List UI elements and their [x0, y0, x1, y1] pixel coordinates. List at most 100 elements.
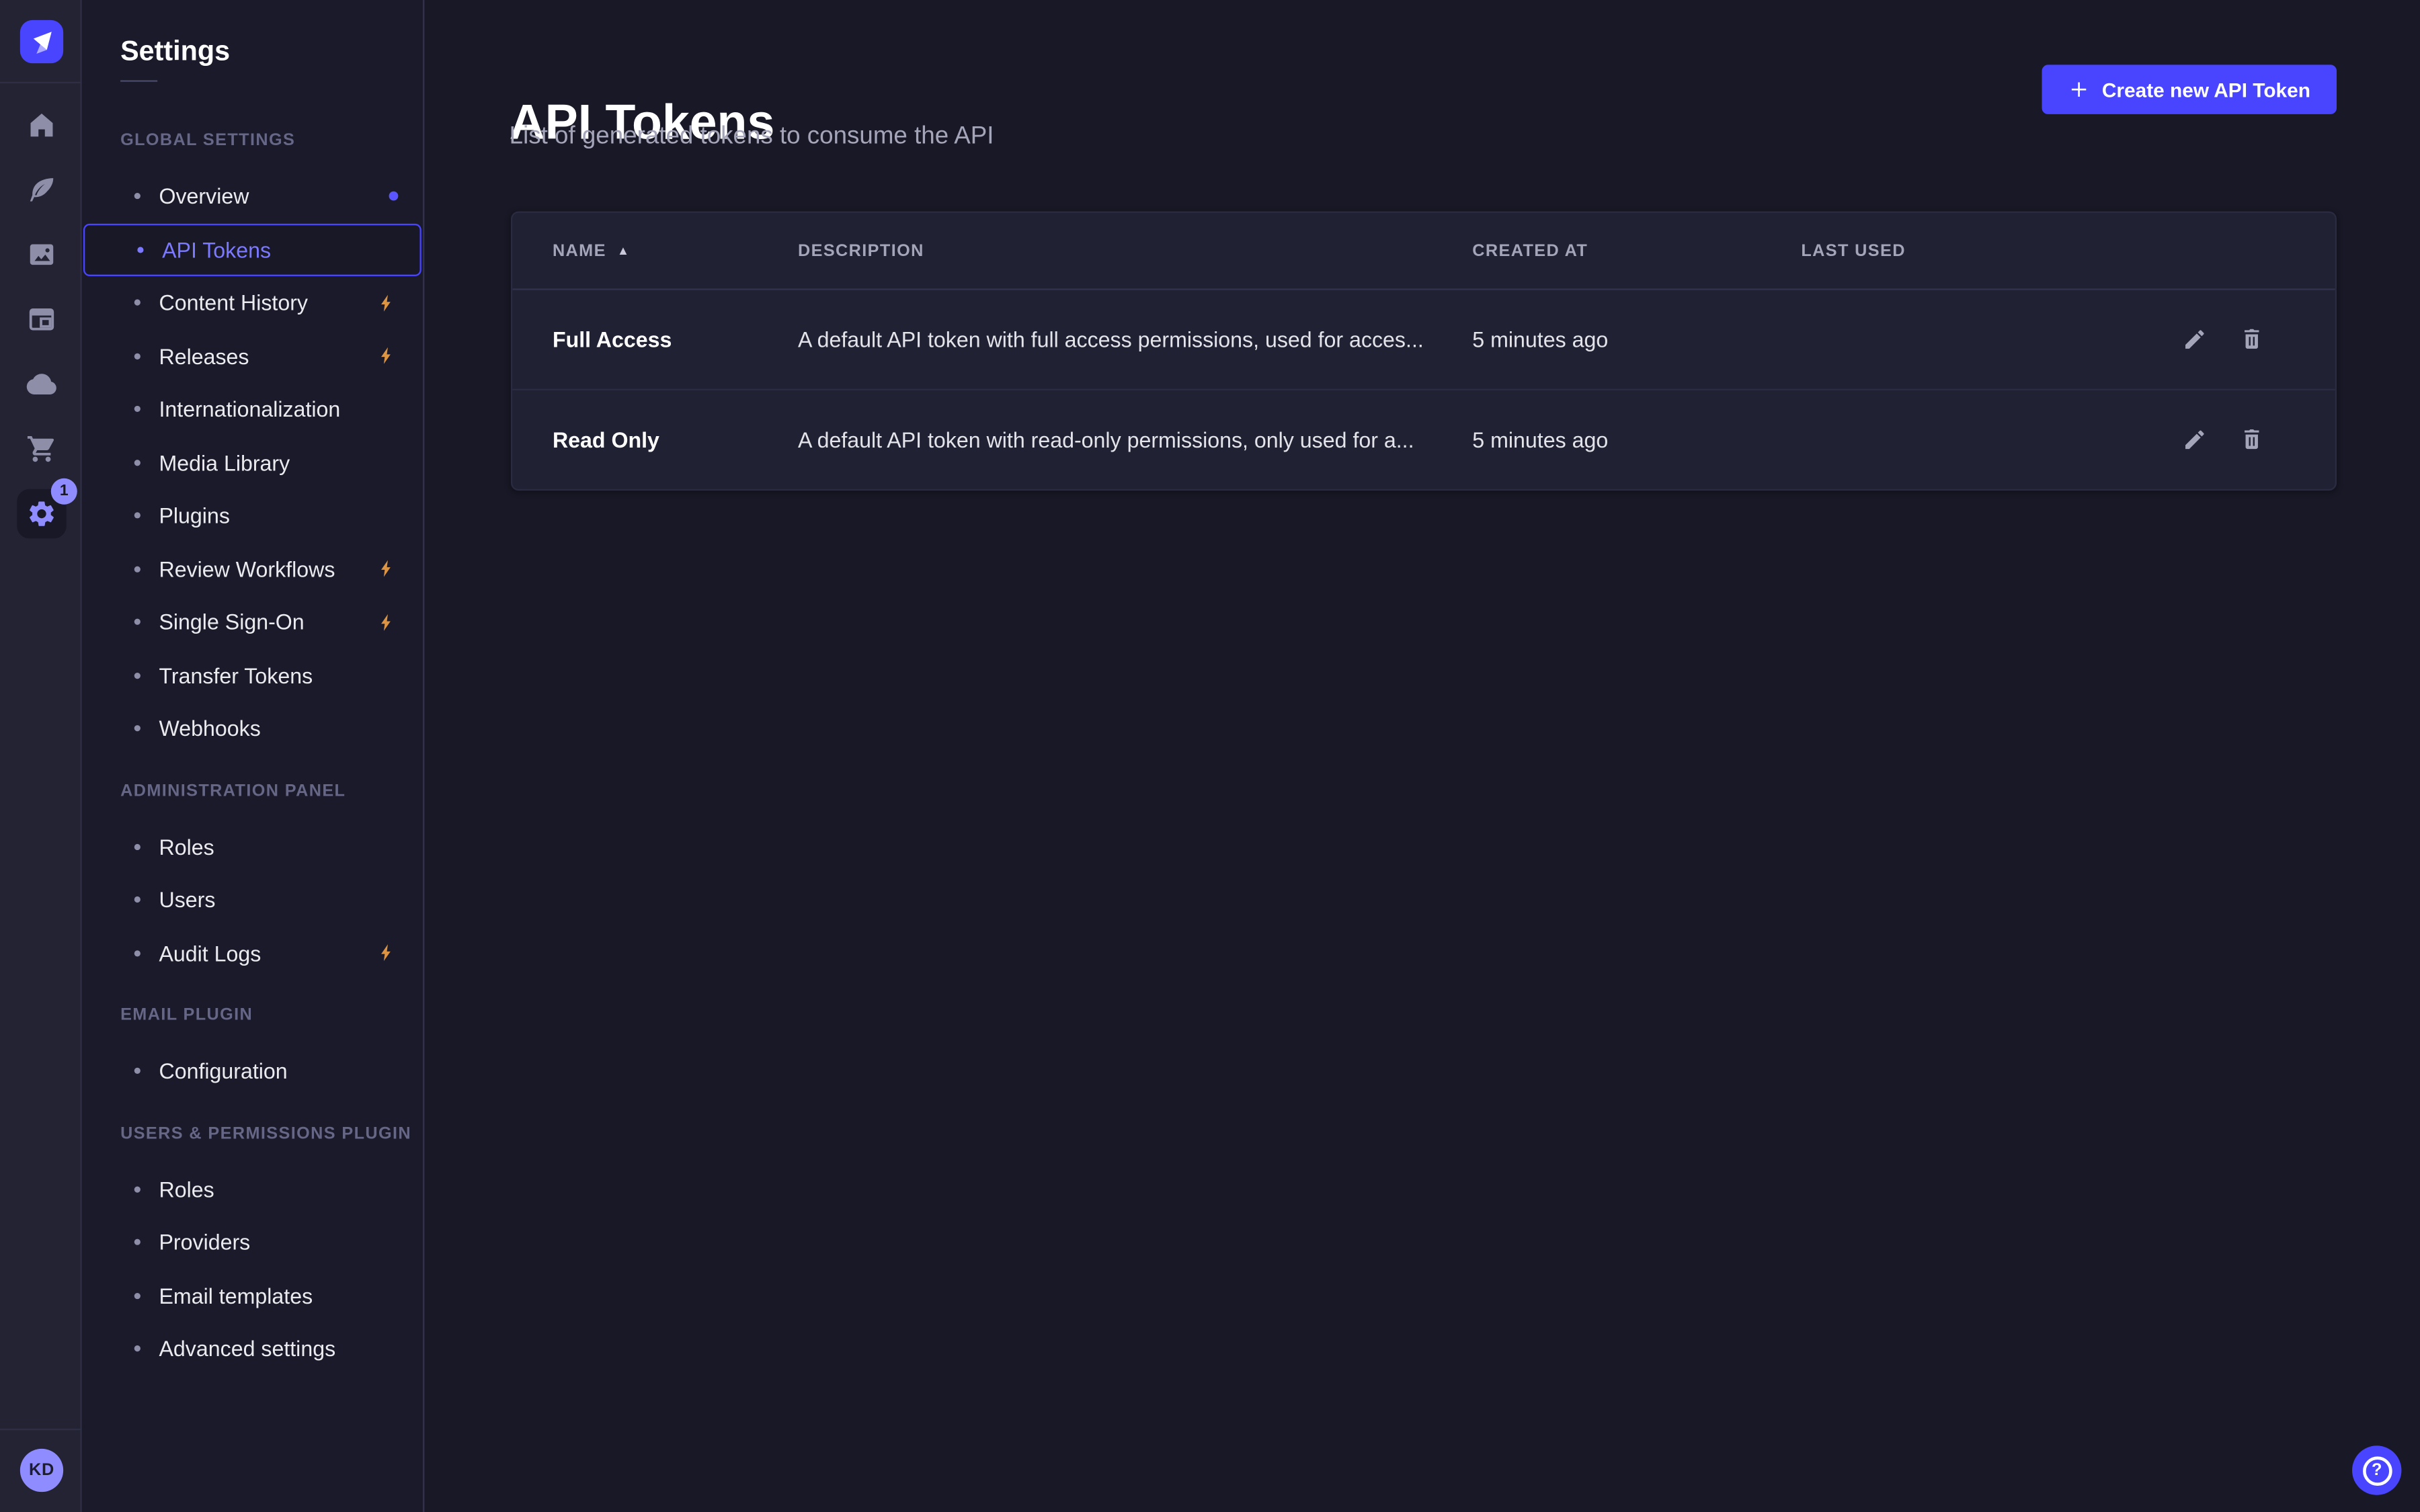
main-nav-rail: 1 KD	[0, 0, 82, 1512]
question-mark-icon: ?	[2362, 1456, 2392, 1485]
nav-list-global-settings: Overview API Tokens Content History Rele…	[82, 170, 423, 755]
sidebar-item-api-tokens[interactable]: API Tokens	[83, 223, 421, 276]
column-header-name[interactable]: NAME ▲	[553, 241, 798, 260]
settings-gear-icon[interactable]: 1	[17, 489, 66, 538]
divider	[0, 1429, 82, 1430]
sidebar-item-configuration[interactable]: Configuration	[82, 1044, 423, 1097]
bullet-icon	[134, 300, 140, 306]
bullet-icon	[137, 247, 143, 253]
divider	[120, 80, 157, 81]
lightning-icon	[376, 943, 397, 963]
sidebar-item-providers[interactable]: Providers	[82, 1216, 423, 1269]
column-header-last-used: LAST USED	[1801, 241, 2128, 260]
bullet-icon	[134, 1186, 140, 1192]
user-avatar[interactable]: KD	[20, 1449, 63, 1492]
trash-icon	[2238, 327, 2263, 351]
token-name: Full Access	[553, 327, 798, 351]
row-actions	[2128, 426, 2264, 452]
bullet-icon	[134, 1292, 140, 1298]
token-description: A default API token with full access per…	[798, 327, 1472, 351]
section-label-global-settings: GLOBAL SETTINGS	[120, 131, 423, 150]
app-window: 1 KD Settings GLOBAL SETTINGS Overview A…	[0, 0, 2420, 1512]
token-description: A default API token with read-only permi…	[798, 427, 1472, 452]
bullet-icon	[134, 460, 140, 466]
sidebar-item-roles-up[interactable]: Roles	[82, 1163, 423, 1216]
divider	[0, 82, 82, 83]
sidebar-item-roles-admin[interactable]: Roles	[82, 820, 423, 873]
sidebar-item-webhooks[interactable]: Webhooks	[82, 702, 423, 755]
sidebar-item-review-workflows[interactable]: Review Workflows	[82, 542, 423, 595]
table-row-read-only[interactable]: Read Only A default API token with read-…	[512, 390, 2335, 489]
sidebar-item-users[interactable]: Users	[82, 873, 423, 926]
content-type-builder-icon[interactable]	[17, 295, 66, 344]
feather-icon[interactable]	[17, 165, 66, 214]
nav-list-users-permissions-plugin: Roles Providers Email templates Advanced…	[82, 1163, 423, 1376]
strapi-logo[interactable]	[20, 20, 63, 63]
bullet-icon	[134, 619, 140, 625]
strapi-logo-icon	[20, 20, 63, 63]
delete-button[interactable]	[2238, 426, 2264, 452]
notification-badge: 1	[51, 478, 77, 505]
plus-icon	[2068, 79, 2089, 100]
api-tokens-table: NAME ▲ DESCRIPTION CREATED AT LAST USED …	[511, 212, 2337, 491]
bullet-icon	[134, 406, 140, 412]
sidebar-item-plugins[interactable]: Plugins	[82, 489, 423, 542]
delete-button[interactable]	[2238, 326, 2264, 352]
table-header-row: NAME ▲ DESCRIPTION CREATED AT LAST USED	[512, 213, 2335, 290]
edit-button[interactable]	[2181, 426, 2207, 452]
sort-ascending-icon: ▲	[617, 245, 631, 257]
media-library-icon[interactable]	[17, 230, 66, 279]
bullet-icon	[134, 672, 140, 678]
home-icon[interactable]	[17, 100, 66, 149]
token-created-at: 5 minutes ago	[1472, 327, 1801, 351]
lightning-icon	[376, 346, 397, 366]
bullet-icon	[134, 843, 140, 849]
help-button[interactable]: ?	[2352, 1445, 2401, 1495]
sidebar-item-audit-logs[interactable]: Audit Logs	[82, 927, 423, 980]
sidebar-item-content-history[interactable]: Content History	[82, 276, 423, 329]
cloud-icon[interactable]	[17, 360, 66, 409]
lightning-icon	[376, 612, 397, 632]
bullet-icon	[134, 194, 140, 200]
table-row-full-access[interactable]: Full Access A default API token with ful…	[512, 290, 2335, 390]
trash-icon	[2238, 427, 2263, 452]
sidebar-title: Settings	[120, 37, 423, 65]
lightning-icon	[376, 559, 397, 579]
edit-button[interactable]	[2181, 326, 2207, 352]
bullet-icon	[134, 726, 140, 732]
section-label-users-permissions-plugin: USERS & PERMISSIONS PLUGIN	[120, 1124, 423, 1143]
sidebar-item-releases[interactable]: Releases	[82, 329, 423, 382]
nav-list-administration-panel: Roles Users Audit Logs	[82, 820, 423, 980]
token-created-at: 5 minutes ago	[1472, 427, 1801, 452]
bullet-icon	[134, 1346, 140, 1352]
bullet-icon	[134, 566, 140, 572]
sidebar-item-overview[interactable]: Overview	[82, 170, 423, 223]
pencil-icon	[2181, 327, 2206, 351]
section-label-email-plugin: EMAIL PLUGIN	[120, 1006, 423, 1025]
sidebar-item-media-library[interactable]: Media Library	[82, 436, 423, 489]
bullet-icon	[134, 1068, 140, 1074]
column-header-created-at: CREATED AT	[1472, 241, 1801, 260]
bullet-icon	[134, 353, 140, 359]
sidebar-item-internationalization[interactable]: Internationalization	[82, 382, 423, 435]
pencil-icon	[2181, 427, 2206, 452]
main-content: API Tokens List of generated tokens to c…	[424, 0, 2420, 1512]
bullet-icon	[134, 950, 140, 956]
bullet-icon	[134, 897, 140, 903]
bullet-icon	[134, 1239, 140, 1245]
nav-list-email-plugin: Configuration	[82, 1044, 423, 1097]
page-subtitle: List of generated tokens to consume the …	[510, 124, 994, 151]
column-header-description: DESCRIPTION	[798, 241, 1472, 260]
bullet-icon	[134, 513, 140, 519]
section-label-administration-panel: ADMINISTRATION PANEL	[120, 782, 423, 800]
settings-sidebar: Settings GLOBAL SETTINGS Overview API To…	[82, 0, 425, 1512]
sidebar-item-transfer-tokens[interactable]: Transfer Tokens	[82, 648, 423, 702]
create-api-token-button[interactable]: Create new API Token	[2042, 65, 2337, 114]
marketplace-cart-icon[interactable]	[17, 424, 66, 473]
token-name: Read Only	[553, 427, 798, 452]
sidebar-item-single-sign-on[interactable]: Single Sign-On	[82, 595, 423, 648]
sidebar-item-advanced-settings[interactable]: Advanced settings	[82, 1322, 423, 1376]
sidebar-item-email-templates[interactable]: Email templates	[82, 1269, 423, 1322]
row-actions	[2128, 326, 2264, 352]
notification-dot	[389, 192, 399, 201]
